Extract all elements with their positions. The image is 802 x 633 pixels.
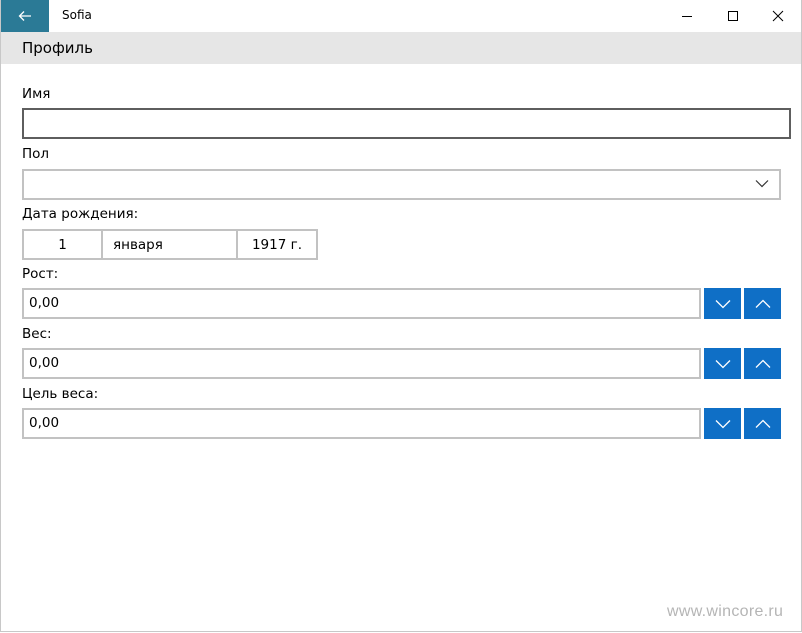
watermark: www.wincore.ru	[667, 603, 784, 620]
weight-increment-button[interactable]	[744, 348, 781, 379]
birthdate-day[interactable]: 1	[24, 231, 103, 258]
app-title: Sofia	[62, 8, 92, 22]
title-bar: Sofia	[1, 0, 801, 32]
gender-combobox[interactable]	[22, 169, 781, 200]
birthdate-picker[interactable]: 1 января 1917 г.	[22, 229, 318, 260]
name-label: Имя	[22, 86, 51, 102]
minimize-button[interactable]	[664, 0, 710, 32]
height-decrement-button[interactable]	[704, 288, 741, 319]
birthdate-month[interactable]: января	[103, 231, 238, 258]
minimize-icon	[682, 16, 692, 17]
back-button[interactable]	[1, 0, 49, 32]
target-weight-input[interactable]: 0,00	[22, 408, 701, 439]
weight-value: 0,00	[29, 355, 60, 371]
weight-input[interactable]: 0,00	[22, 348, 701, 379]
back-arrow-icon	[18, 11, 31, 21]
chevron-up-icon	[755, 299, 770, 308]
app-window: Sofia Профиль Имя Пол Дата рождения: 1 я…	[0, 0, 802, 632]
birthdate-label: Дата рождения:	[22, 206, 139, 222]
chevron-down-icon	[715, 419, 730, 428]
weight-label: Вес:	[22, 326, 52, 342]
target-weight-decrement-button[interactable]	[704, 408, 741, 439]
maximize-icon	[728, 11, 738, 21]
birthdate-year[interactable]: 1917 г.	[238, 231, 316, 258]
chevron-up-icon	[755, 419, 770, 428]
close-button[interactable]	[755, 0, 801, 32]
close-icon	[772, 10, 784, 22]
page-header: Профиль	[1, 32, 801, 64]
height-value: 0,00	[29, 295, 60, 311]
height-input[interactable]: 0,00	[22, 288, 701, 319]
target-weight-value: 0,00	[29, 415, 60, 431]
gender-label: Пол	[22, 146, 50, 162]
maximize-button[interactable]	[710, 0, 756, 32]
height-label: Рост:	[22, 266, 59, 282]
weight-decrement-button[interactable]	[704, 348, 741, 379]
target-weight-increment-button[interactable]	[744, 408, 781, 439]
chevron-down-icon	[715, 299, 730, 308]
chevron-up-icon	[755, 359, 770, 368]
chevron-down-icon	[755, 180, 769, 188]
target-weight-label: Цель веса:	[22, 386, 99, 402]
name-input[interactable]	[22, 108, 791, 139]
page-title: Профиль	[22, 39, 93, 57]
chevron-down-icon	[715, 359, 730, 368]
height-increment-button[interactable]	[744, 288, 781, 319]
